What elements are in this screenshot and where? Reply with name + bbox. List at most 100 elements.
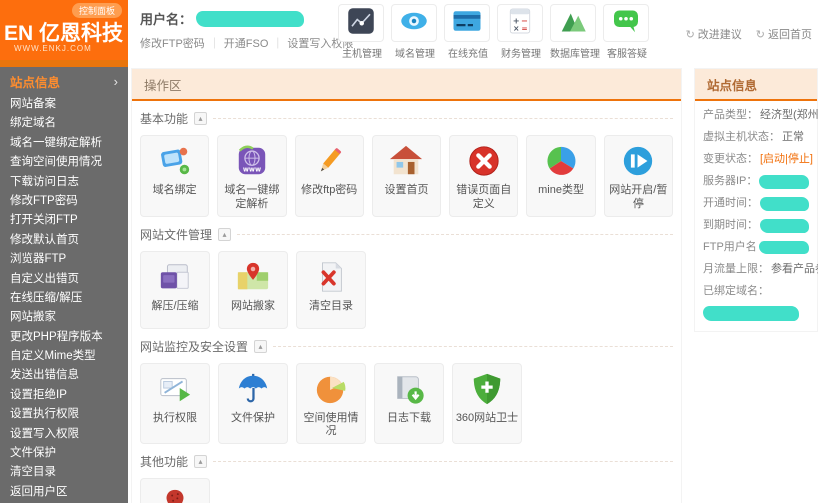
func-button-domain-bind[interactable]: 域名绑定 (140, 135, 209, 217)
redacted-username (196, 11, 304, 27)
redacted-bound-domain (703, 306, 799, 321)
red-pin-icon (158, 487, 192, 503)
collapse-toggle-icon[interactable]: ▴ (194, 455, 207, 468)
chevron-right-icon: › (114, 74, 118, 89)
info-row-bound-domain: 已绑定域名： (703, 284, 809, 299)
log-download-icon (392, 372, 426, 406)
sidebar-item-custom-mime-type[interactable]: 自定义Mime类型 (0, 347, 128, 366)
section-divider (213, 461, 673, 462)
func-button-change-ftp-password[interactable]: 修改ftp密码 (295, 135, 364, 217)
database-icon (558, 6, 588, 41)
nav-online-recharge[interactable]: 在线充值 (444, 4, 492, 60)
func-button-return-user-area[interactable]: 返回用户区 (140, 478, 210, 503)
eye-icon (399, 6, 429, 41)
sidebar-item-file-protection[interactable]: 文件保护 (0, 444, 128, 463)
nav-customer-service[interactable]: 客服答疑 (603, 4, 651, 60)
sidebar-item-bind-domain[interactable]: 绑定域名 (0, 114, 128, 133)
sidebar-item-custom-error-page[interactable]: 自定义出错页 (0, 270, 128, 289)
svg-text:www: www (243, 165, 261, 173)
sidebar-item-set-deny-ip[interactable]: 设置拒绝IP (0, 386, 128, 405)
play-pause-icon (621, 144, 655, 178)
nav-domain-management[interactable]: 域名管理 (391, 4, 439, 60)
other-functions-buttons: 返回用户区 (140, 478, 673, 503)
sidebar-accent-strip (0, 60, 128, 67)
shield-icon (470, 372, 504, 406)
sidebar-item-return-user-area[interactable]: 返回用户区 (0, 483, 128, 502)
refresh-icon: ↻ (686, 29, 695, 41)
sidebar-item-change-php-version[interactable]: 更改PHP程序版本 (0, 328, 128, 347)
sidebar-item-website-record[interactable]: 网站备案 (0, 95, 128, 114)
func-button-space-usage[interactable]: 空间使用情况 (296, 363, 366, 445)
link-change-ftp-password[interactable]: 修改FTP密码 (140, 38, 205, 50)
brand-logo[interactable]: 控制面板 EN 亿恩科技 WWW.ENKJ.COM (0, 0, 128, 60)
sidebar-item-open-close-ftp[interactable]: 打开关闭FTP (0, 211, 128, 230)
info-row-open-time: 开通时间： (703, 196, 809, 211)
sidebar-item-download-access-log[interactable]: 下载访问日志 (0, 173, 128, 192)
redacted-ftp-username (759, 241, 809, 254)
collapse-toggle-icon[interactable]: ▴ (194, 112, 207, 125)
svg-text:=: = (521, 23, 527, 32)
error-x-icon (467, 144, 501, 178)
func-button-file-protection[interactable]: 文件保护 (218, 363, 288, 445)
collapse-toggle-icon[interactable]: ▴ (218, 228, 231, 241)
info-row-host-status: 虚拟主机状态：正常 (703, 130, 809, 145)
top-bar: 控制面板 EN 亿恩科技 WWW.ENKJ.COM 用户名： 修改FTP密码｜开… (0, 0, 818, 60)
site-info-panel: 站点信息 产品类型：经济型(郑州) 虚拟主机状态：正常 变更状态：[启动|停止]… (694, 68, 818, 332)
link-open-fso[interactable]: 开通FSO (224, 38, 269, 50)
svg-text:×: × (513, 23, 519, 32)
sidebar-item-send-error-info[interactable]: 发送出错信息 (0, 366, 128, 385)
sidebar-item-change-default-page[interactable]: 修改默认首页 (0, 231, 128, 250)
nav-finance-management[interactable]: +−×= 财务管理 (497, 4, 545, 60)
sidebar-item-query-space-usage[interactable]: 查询空间使用情况 (0, 153, 128, 172)
func-button-set-homepage[interactable]: 设置首页 (372, 135, 441, 217)
site-info-title: 站点信息 (695, 69, 817, 101)
domain-bind-icon (158, 144, 192, 178)
top-nav: 主机管理 域名管理 在线充值 +−×= 财务管理 数据库管理 客服答疑 (338, 4, 651, 60)
collapse-toggle-icon[interactable]: ▴ (254, 340, 267, 353)
section-site-file-management: 网站文件管理 ▴ (140, 226, 673, 243)
func-button-360-site-guard[interactable]: 360网站卫士 (452, 363, 522, 445)
brand-name: EN 亿恩科技 (4, 17, 123, 47)
link-feedback[interactable]: ↻改进建议 (686, 26, 742, 42)
sidebar-item-domain-one-key-bind[interactable]: 域名一键绑定解析 (0, 134, 128, 153)
sidebar-item-site-move[interactable]: 网站搬家 (0, 308, 128, 327)
host-chart-icon (346, 6, 376, 41)
section-basic-functions: 基本功能 ▴ (140, 110, 673, 127)
func-button-custom-error-page[interactable]: 错误页面自定义 (449, 135, 518, 217)
sidebar-item-browser-ftp[interactable]: 浏览器FTP (0, 250, 128, 269)
separator: ｜ (209, 38, 220, 50)
sidebar-item-online-zip-unzip[interactable]: 在线压缩/解压 (0, 289, 128, 308)
section-divider (213, 118, 673, 119)
sidebar-item-site-info[interactable]: 站点信息 › (0, 67, 128, 95)
pie-rgb-icon (544, 144, 578, 178)
control-panel-badge: 控制面板 (72, 3, 122, 18)
func-button-mime-type[interactable]: mine类型 (526, 135, 595, 217)
sidebar-item-set-exec-permission[interactable]: 设置执行权限 (0, 405, 128, 424)
func-button-exec-permission[interactable]: 执行权限 (140, 363, 210, 445)
redacted-server-ip (759, 175, 809, 189)
brand-site-url: WWW.ENKJ.COM (14, 44, 92, 53)
nav-database-management[interactable]: 数据库管理 (550, 4, 598, 60)
start-stop-links[interactable]: [启动|停止] (760, 152, 813, 167)
func-button-site-move[interactable]: 网站搬家 (218, 251, 288, 329)
func-button-clear-directory[interactable]: 清空目录 (296, 251, 366, 329)
user-box: 用户名： 修改FTP密码｜开通FSO｜设置写入权限 (140, 9, 330, 51)
func-button-domain-one-key-resolve[interactable]: www 域名一键绑定解析 (217, 135, 286, 217)
credit-card-icon (452, 6, 482, 41)
info-row-server-ip: 服务器IP： (703, 174, 809, 189)
func-button-unzip-zip[interactable]: 解压/压缩 (140, 251, 210, 329)
nav-host-management[interactable]: 主机管理 (338, 4, 386, 60)
link-back-home[interactable]: ↻返回首页 (756, 26, 812, 42)
whiteboard-play-icon (158, 372, 192, 406)
map-pin-icon (236, 260, 270, 294)
pie-orange-icon (314, 372, 348, 406)
func-button-site-start-pause[interactable]: 网站开启/暂停 (604, 135, 673, 217)
sidebar-item-set-write-permission[interactable]: 设置写入权限 (0, 425, 128, 444)
basic-functions-buttons: 域名绑定 www 域名一键绑定解析 修改ftp密码 设置首页 错误页面自定义 m… (140, 135, 673, 217)
operation-area-title: 操作区 (132, 69, 681, 101)
func-button-log-download[interactable]: 日志下载 (374, 363, 444, 445)
info-row-product-type: 产品类型：经济型(郑州) (703, 108, 809, 123)
file-management-buttons: 解压/压缩 网站搬家 清空目录 (140, 251, 673, 329)
sidebar-item-clear-directory[interactable]: 清空目录 (0, 463, 128, 482)
sidebar-item-change-ftp-password[interactable]: 修改FTP密码 (0, 192, 128, 211)
